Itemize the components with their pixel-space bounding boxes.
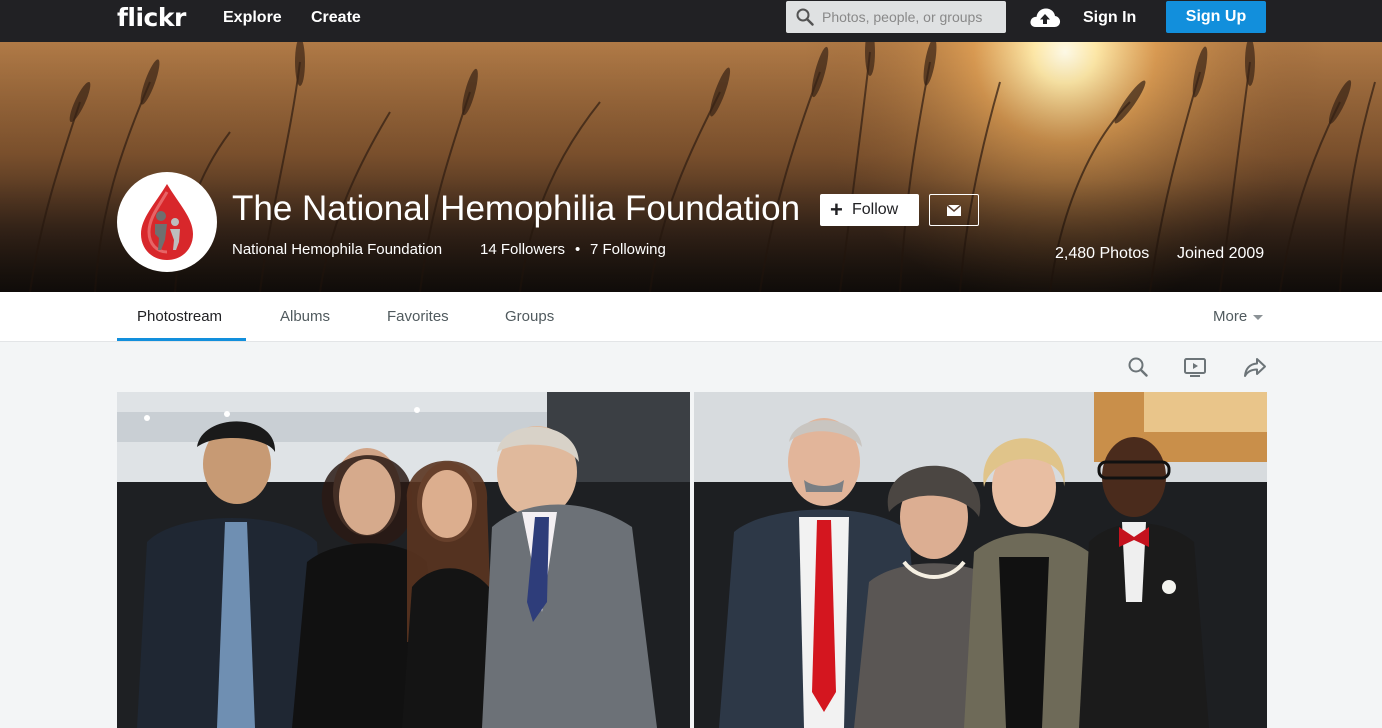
follow-label: Follow: [852, 201, 899, 218]
tab-photostream[interactable]: Photostream: [137, 308, 222, 325]
create-link[interactable]: Create: [311, 9, 361, 27]
send-message-button[interactable]: [929, 194, 979, 226]
share-icon[interactable]: [1243, 356, 1267, 378]
explore-link[interactable]: Explore: [223, 9, 282, 27]
active-tab-indicator: [117, 338, 246, 341]
search-input[interactable]: [822, 1, 1002, 33]
mail-icon: [947, 205, 961, 216]
cover-background-image: [0, 42, 1382, 292]
more-label: More: [1213, 308, 1248, 325]
plus-icon: +: [830, 197, 843, 222]
joined-date: Joined 2009: [1177, 245, 1265, 262]
page-title: The National Hemophilia Foundation: [232, 189, 801, 228]
cloud-upload-icon[interactable]: [1029, 6, 1061, 28]
avatar[interactable]: [117, 172, 217, 272]
follow-button[interactable]: + Follow: [820, 194, 919, 226]
slideshow-icon[interactable]: [1183, 356, 1207, 378]
real-name: National Hemophila Foundation: [232, 241, 443, 258]
photo-tile[interactable]: [117, 392, 690, 728]
search-icon: [796, 8, 814, 26]
followers-count[interactable]: 14 Followers: [480, 241, 565, 258]
cover-photo: The National Hemophilia Foundation + Fol…: [0, 42, 1382, 292]
profile-tabs: Photostream Albums Favorites Groups More: [0, 292, 1382, 342]
event-photo-image: [694, 392, 1267, 728]
nhf-logo-drop-icon: [141, 184, 193, 260]
separator-dot: •: [575, 241, 581, 258]
photo-tile[interactable]: [694, 392, 1267, 728]
event-photo-image: [117, 392, 690, 728]
caret-down-icon: [1253, 314, 1264, 320]
tab-favorites[interactable]: Favorites: [387, 308, 449, 325]
tab-groups[interactable]: Groups: [505, 308, 554, 325]
more-dropdown[interactable]: More: [1213, 308, 1264, 325]
sign-up-button[interactable]: Sign Up: [1166, 1, 1266, 33]
search-box: [786, 1, 1006, 33]
top-navigation-bar: flickr Explore Create Sign In Sign Up: [0, 0, 1382, 42]
tab-albums[interactable]: Albums: [280, 308, 330, 325]
flickr-logo[interactable]: flickr: [117, 3, 186, 32]
sign-in-link[interactable]: Sign In: [1083, 9, 1136, 27]
search-icon[interactable]: [1127, 356, 1149, 378]
following-count[interactable]: 7 Following: [590, 241, 666, 258]
photos-count: 2,480 Photos: [1055, 245, 1150, 262]
